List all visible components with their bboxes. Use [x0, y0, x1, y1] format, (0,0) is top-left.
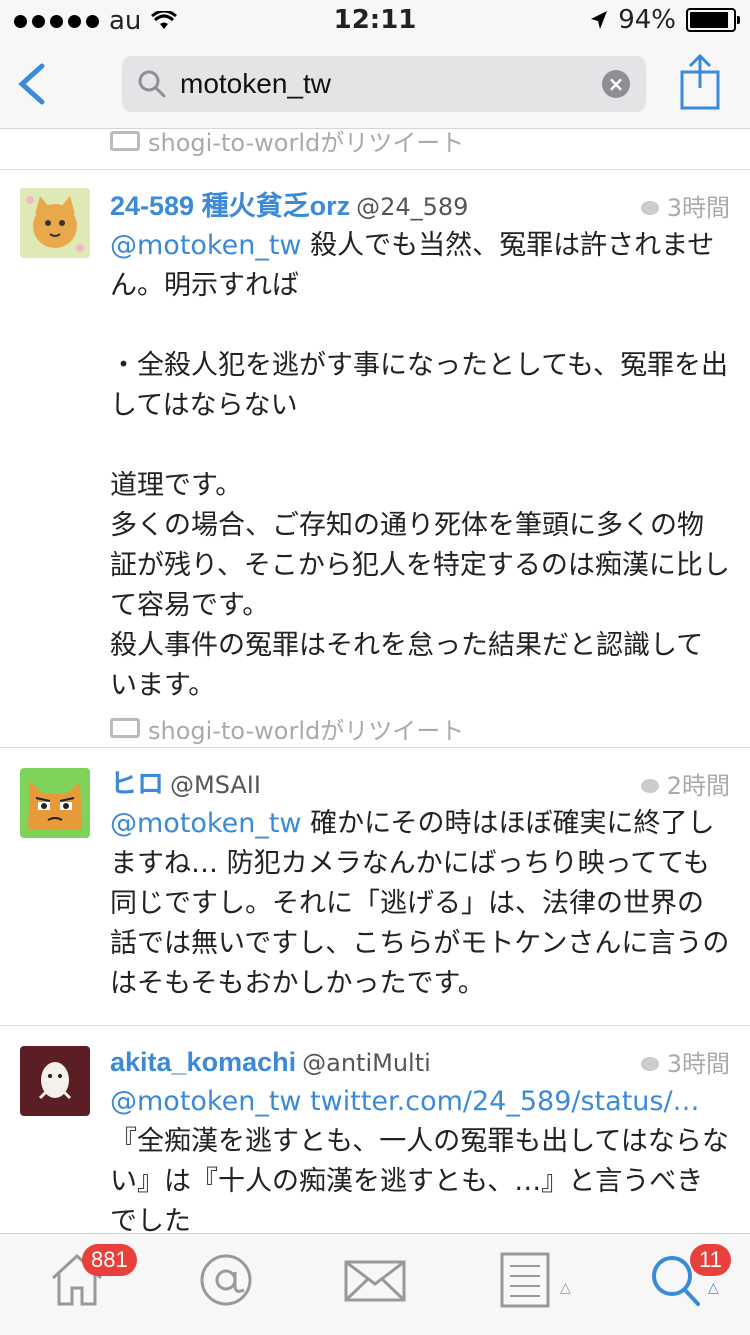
search-input[interactable] — [180, 64, 580, 104]
timeline[interactable]: shogi-to-worldがリツイート 24-589 種火貧乏orz @24_… — [0, 129, 750, 1233]
tab-home[interactable]: 881 — [50, 1244, 137, 1312]
author-name[interactable]: 24-589 種火貧乏orz — [110, 188, 350, 224]
search-icon — [138, 70, 166, 98]
search-bar[interactable]: × — [122, 56, 646, 112]
location-icon — [591, 11, 608, 29]
battery-percent: 94% — [618, 5, 676, 35]
author-handle: @24_589 — [356, 193, 469, 221]
retweet-label: shogi-to-worldがリツイート — [148, 716, 465, 745]
tweet-item[interactable]: akita_komachi @antiMulti 3時間 @motoken_tw… — [0, 1026, 750, 1233]
mention-link[interactable]: @motoken_tw — [110, 808, 302, 839]
tab-messages[interactable] — [344, 1260, 406, 1306]
retweet-indicator: shogi-to-worldがリツイート — [110, 706, 730, 750]
tweet-time: 3時間 — [666, 1050, 730, 1078]
tweet-text: @motoken_tw 殺人でも当然、冤罪は許されません。明示すれば ・全殺人犯… — [110, 230, 730, 701]
reply-bubble-icon — [640, 779, 659, 793]
tweet-time: 2時間 — [666, 772, 730, 800]
home-badge: 881 — [82, 1244, 137, 1276]
tab-search[interactable]: 11 △ — [650, 1244, 731, 1312]
envelope-icon — [344, 1260, 406, 1302]
retweet-indicator: shogi-to-worldがリツイート — [0, 129, 750, 170]
avatar[interactable] — [20, 188, 90, 258]
clear-icon[interactable]: × — [602, 70, 630, 98]
tab-mentions[interactable] — [198, 1252, 254, 1312]
retweet-icon — [110, 130, 140, 151]
menu-triangle-icon: △ — [708, 1280, 719, 1296]
back-chevron-icon[interactable] — [14, 62, 50, 106]
battery-icon — [686, 8, 740, 32]
avatar[interactable] — [20, 768, 90, 838]
reply-bubble-icon — [640, 1057, 659, 1071]
tweet-time: 3時間 — [666, 194, 730, 222]
tab-lists[interactable]: △ — [500, 1252, 571, 1312]
menu-triangle-icon: △ — [560, 1280, 571, 1296]
retweet-icon — [110, 718, 140, 738]
tweet-item[interactable]: 24-589 種火貧乏orz @24_589 3時間 @motoken_tw 殺… — [0, 170, 750, 748]
tweet-text: @motoken_tw twitter.com/24_589/status/… … — [110, 1086, 729, 1233]
author-handle: @MSAII — [170, 771, 261, 799]
list-icon — [500, 1252, 550, 1308]
search-badge: 11 — [690, 1244, 731, 1276]
share-icon[interactable] — [680, 54, 720, 110]
status-bar: au 12:11 94% — [0, 0, 750, 40]
at-icon — [200, 1254, 252, 1306]
tweet-item[interactable]: ヒロ @MSAII 2時間 @motoken_tw 確かにその時はほぼ確実に終了… — [0, 748, 750, 1026]
author-handle: @antiMulti — [302, 1049, 431, 1077]
avatar[interactable] — [20, 1046, 90, 1116]
nav-bar: × — [0, 40, 750, 129]
status-link[interactable]: twitter.com/24_589/status/… — [302, 1086, 699, 1117]
reply-bubble-icon — [640, 201, 659, 215]
retweet-label: shogi-to-worldがリツイート — [148, 129, 465, 157]
author-name[interactable]: akita_komachi — [110, 1044, 296, 1080]
author-name[interactable]: ヒロ — [110, 766, 164, 802]
mention-link[interactable]: @motoken_tw — [110, 1086, 302, 1117]
mention-link[interactable]: @motoken_tw — [110, 230, 302, 261]
tab-bar: 881 △ 11 △ — [0, 1233, 750, 1335]
tweet-text: @motoken_tw 確かにその時はほぼ確実に終了しますね… 防犯カメラなんか… — [110, 808, 730, 999]
